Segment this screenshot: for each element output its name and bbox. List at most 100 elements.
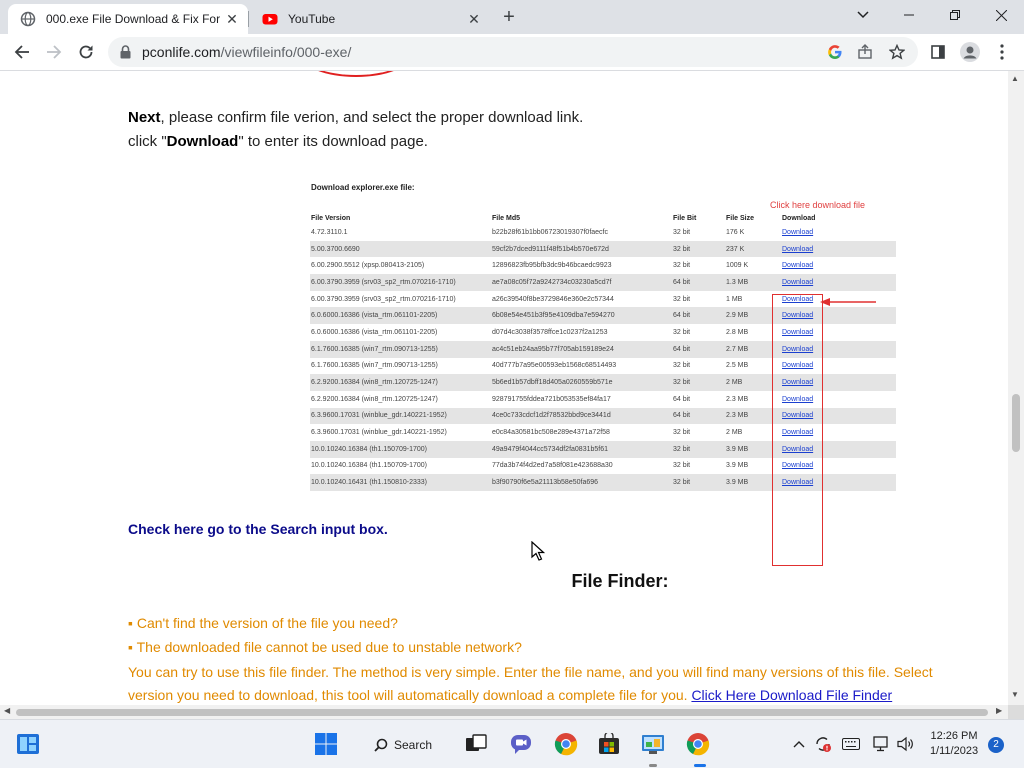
taskbar-clock[interactable]: 12:26 PM 1/11/2023 (926, 729, 982, 759)
horizontal-scrollbar[interactable]: ◀ ▶ (0, 705, 1008, 719)
table-cell-version: 6.3.9600.17031 (winblue_gdr.140221-1952) (311, 429, 447, 437)
more-vert-icon (1000, 44, 1004, 60)
taskbar-search-button[interactable]: Search (364, 731, 442, 759)
running-indicator (649, 764, 657, 767)
table-cell-bit: 32 bit (672, 474, 725, 491)
next-label: Next (128, 109, 161, 126)
restore-button[interactable] (932, 0, 978, 30)
scrollbar-thumb[interactable] (16, 709, 988, 716)
share-icon[interactable] (856, 43, 874, 61)
widgets-icon[interactable] (16, 732, 40, 756)
reload-button[interactable] (72, 38, 100, 66)
tab-title: YouTube (288, 12, 336, 26)
download-link[interactable]: Download (775, 257, 896, 274)
new-tab-button[interactable]: + (498, 6, 520, 28)
volume-icon[interactable] (897, 735, 915, 753)
table-header-row: File Version File Md5 File Bit File Size… (310, 212, 896, 224)
tab-active[interactable]: 000.exe File Download & Fix For ✕ (8, 4, 248, 34)
search-box-link[interactable]: Check here go to the Search input box. (128, 521, 388, 537)
download-column-highlight (772, 294, 823, 566)
download-label: Download (166, 133, 239, 150)
search-label: Search (394, 738, 433, 752)
table-cell-size: 2 MB (725, 374, 775, 391)
table-cell-md5: 40d777b7a95e00593eb1568c68514493 (492, 362, 617, 370)
scroll-left-icon[interactable]: ◀ (4, 706, 10, 715)
google-icon[interactable] (826, 43, 844, 61)
clock-date: 1/11/2023 (929, 745, 979, 757)
table-cell-size: 3.9 MB (726, 462, 749, 470)
download-link[interactable]: Download (775, 224, 896, 241)
tab-youtube[interactable]: YouTube ✕ (250, 4, 490, 34)
chat-icon[interactable] (509, 732, 533, 756)
table-cell-md5: b22b28f61b1bb06723019307f0faecfc (492, 228, 608, 236)
keyboard-icon[interactable] (842, 735, 860, 753)
finder-bullet-2: ▪ The downloaded file cannot be used due… (128, 639, 522, 655)
scroll-up-icon[interactable]: ▲ (1011, 74, 1019, 83)
table-cell-size: 2.8 MB (726, 328, 749, 336)
update-sync-icon[interactable] (814, 735, 832, 753)
column-header: Download (782, 214, 816, 222)
url-domain: pconlife.com (142, 44, 221, 60)
minimize-button[interactable] (886, 0, 932, 30)
network-icon[interactable] (873, 735, 891, 753)
table-cell-version: 6.1.7600.16385 (win7_rtm.090713-1255) (311, 362, 438, 370)
menu-button[interactable] (988, 38, 1016, 66)
close-window-button[interactable] (978, 0, 1024, 30)
table-cell-size: 3.9 MB (725, 474, 775, 491)
address-bar[interactable]: pconlife.com/viewfileinfo/000-exe/ (108, 37, 918, 67)
control-panel-icon[interactable] (641, 732, 665, 756)
download-link[interactable]: Download (775, 240, 896, 258)
close-tab-icon[interactable]: ✕ (466, 11, 482, 27)
download-link[interactable]: Download (775, 274, 896, 291)
forward-button[interactable] (40, 38, 68, 66)
chrome-icon[interactable] (686, 732, 710, 756)
vertical-scrollbar[interactable]: ▲ ▼ (1008, 71, 1024, 705)
lock-icon[interactable] (120, 45, 131, 59)
table-cell-bit: 64 bit (672, 407, 725, 425)
avatar-icon (960, 42, 980, 62)
table-cell-md5: ac4c51eb24aa95b77f705ab159189e24 (491, 340, 672, 358)
close-tab-icon[interactable]: ✕ (224, 11, 240, 27)
column-header: File Md5 (492, 214, 521, 222)
taskbar: Search 12:26 PM 1/11/2023 2 (0, 719, 1024, 768)
back-arrow-icon (14, 45, 29, 59)
minimize-icon (904, 14, 914, 16)
scroll-down-icon[interactable]: ▼ (1011, 690, 1019, 699)
table-cell-size: 2 MB (726, 429, 743, 437)
tab-search-button[interactable] (840, 0, 886, 30)
table-cell-version: 10.0.10240.16384 (th1.150709-1700) (311, 462, 427, 470)
table-cell-bit: 32 bit (672, 440, 725, 458)
table-cell-bit: 32 bit (673, 328, 691, 336)
red-arrow-icon (820, 298, 876, 306)
download-file-finder-link[interactable]: Click Here Download File Finder (691, 687, 892, 703)
show-hidden-icons-icon[interactable] (790, 735, 808, 753)
table-cell-size: 2.3 MB (725, 407, 775, 425)
forward-arrow-icon (47, 45, 62, 59)
store-icon[interactable] (597, 732, 621, 756)
chrome-icon[interactable] (554, 732, 578, 756)
table-cell-bit: 32 bit (673, 462, 691, 470)
finder-bullet-1: ▪ Can't find the version of the file you… (128, 615, 398, 631)
table-row: 6.00.2900.5512 (xpsp.080413-2105) 1289682… (310, 257, 896, 274)
column-header: File Bit (673, 214, 697, 222)
click-prefix: click " (128, 133, 167, 150)
chevron-down-icon (857, 11, 869, 19)
screenshot-heading: Download explorer.exe file: (311, 183, 415, 192)
notification-badge[interactable]: 2 (988, 737, 1004, 753)
bookmark-star-icon[interactable] (888, 43, 906, 61)
browser-toolbar: pconlife.com/viewfileinfo/000-exe/ (0, 34, 1024, 71)
scrollbar-thumb[interactable] (1012, 394, 1020, 452)
start-windows-icon[interactable] (314, 732, 338, 756)
table-cell-md5: a26c39540f8be3729846e360e2c57344 (492, 295, 614, 303)
globe-icon (20, 11, 36, 27)
column-header: File Size (726, 214, 755, 222)
profile-button[interactable] (956, 38, 984, 66)
back-button[interactable] (8, 38, 36, 66)
finder-description: You can try to use this file finder. The… (128, 664, 933, 680)
scroll-right-icon[interactable]: ▶ (996, 706, 1002, 715)
side-panel-button[interactable] (924, 38, 952, 66)
table-cell-bit: 64 bit (672, 307, 725, 325)
next-text: , please confirm file verion, and select… (160, 109, 584, 126)
table-cell-size: 176 K (726, 228, 745, 236)
task-view-icon[interactable] (464, 732, 488, 756)
